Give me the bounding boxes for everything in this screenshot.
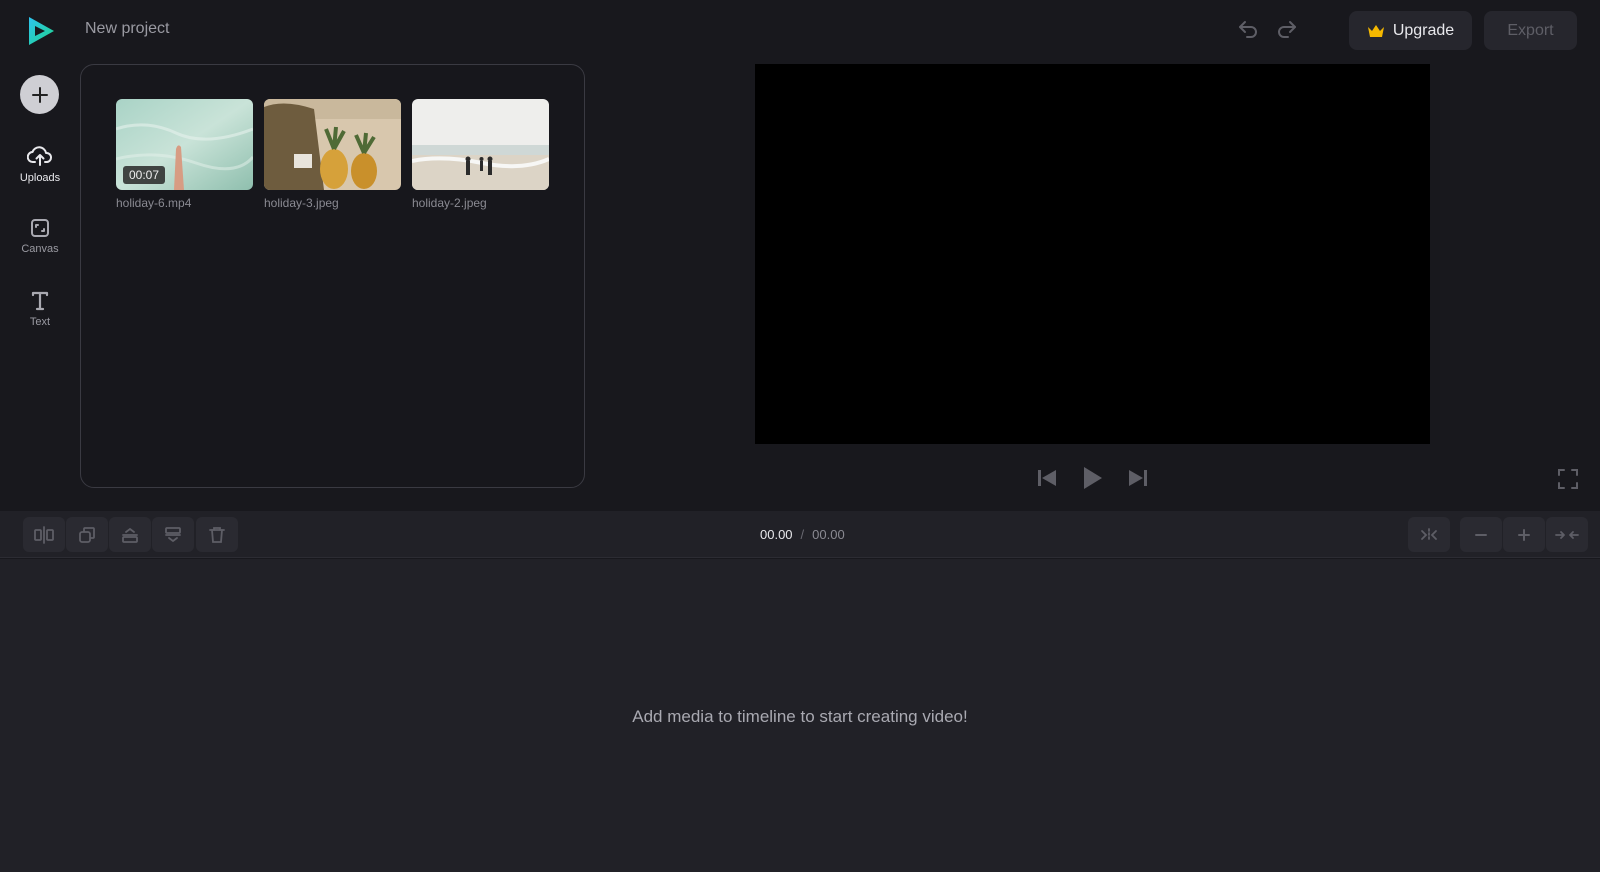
media-thumbnail: 00:07 — [116, 99, 253, 190]
upload-cloud-icon — [27, 146, 53, 166]
text-icon — [31, 291, 49, 311]
timeline-toolbar: 00.00 / 00.00 — [0, 511, 1600, 558]
sidebar-item-uploads[interactable]: Uploads — [8, 144, 72, 200]
time-current: 00.00 — [760, 527, 793, 542]
uploads-panel: 00:07 holiday-6.mp4 holiday-3.jpeg holid… — [80, 64, 585, 488]
duplicate-icon — [79, 526, 95, 543]
sidebar-item-text[interactable]: Text — [8, 290, 72, 346]
move-down-button[interactable] — [152, 517, 194, 552]
duration-badge: 00:07 — [123, 166, 166, 184]
app-logo — [29, 17, 54, 45]
media-filename: holiday-2.jpeg — [412, 196, 487, 210]
project-title[interactable]: New project — [85, 20, 169, 38]
time-separator: / — [800, 527, 805, 542]
duplicate-button[interactable] — [66, 517, 108, 552]
fit-timeline-button[interactable] — [1546, 517, 1588, 552]
upgrade-label: Upgrade — [1392, 21, 1455, 39]
sidebar-item-label: Text — [29, 316, 51, 328]
media-thumbnail — [412, 99, 549, 190]
time-total: 00.00 — [812, 527, 845, 542]
plus-icon — [31, 86, 48, 103]
snap-button[interactable] — [1408, 517, 1450, 552]
zoom-in-button[interactable] — [1503, 517, 1545, 552]
redo-icon[interactable] — [1275, 18, 1299, 42]
video-preview-canvas — [755, 64, 1430, 444]
skip-forward-icon[interactable] — [1124, 464, 1152, 492]
delete-button[interactable] — [196, 517, 238, 552]
move-up-button[interactable] — [109, 517, 151, 552]
fit-icon — [1555, 530, 1579, 539]
add-media-button[interactable] — [20, 75, 59, 114]
media-item[interactable]: 00:07 holiday-6.mp4 — [116, 99, 253, 210]
media-item[interactable]: holiday-3.jpeg — [264, 99, 401, 210]
undo-icon[interactable] — [1236, 18, 1260, 42]
crown-icon — [1367, 24, 1384, 37]
layer-up-icon — [122, 527, 138, 543]
skip-back-icon[interactable] — [1033, 464, 1061, 492]
timeline-empty-message: Add media to timeline to start creating … — [632, 707, 968, 726]
timeline-area[interactable]: Add media to timeline to start creating … — [0, 559, 1600, 872]
media-thumbnail — [264, 99, 401, 190]
fullscreen-icon[interactable] — [1556, 467, 1580, 491]
media-item[interactable]: holiday-2.jpeg — [412, 99, 549, 210]
media-filename: holiday-3.jpeg — [264, 196, 339, 210]
snap-icon — [1421, 527, 1437, 542]
trash-icon — [209, 526, 225, 543]
export-button[interactable]: Export — [1484, 11, 1577, 50]
canvas-resize-icon — [31, 219, 49, 237]
upgrade-button[interactable]: Upgrade — [1349, 11, 1472, 50]
layer-down-icon — [165, 526, 181, 542]
sidebar-item-canvas[interactable]: Canvas — [8, 217, 72, 273]
sidebar-item-label: Uploads — [19, 172, 61, 184]
split-icon — [34, 525, 54, 544]
zoom-out-button[interactable] — [1460, 517, 1502, 552]
media-filename: holiday-6.mp4 — [116, 196, 192, 210]
time-display: 00.00 / 00.00 — [760, 527, 845, 542]
plus-icon — [1518, 528, 1530, 541]
split-button[interactable] — [23, 517, 65, 552]
play-icon[interactable] — [1078, 464, 1106, 492]
minus-icon — [1475, 533, 1487, 536]
sidebar-item-label: Canvas — [21, 243, 59, 255]
